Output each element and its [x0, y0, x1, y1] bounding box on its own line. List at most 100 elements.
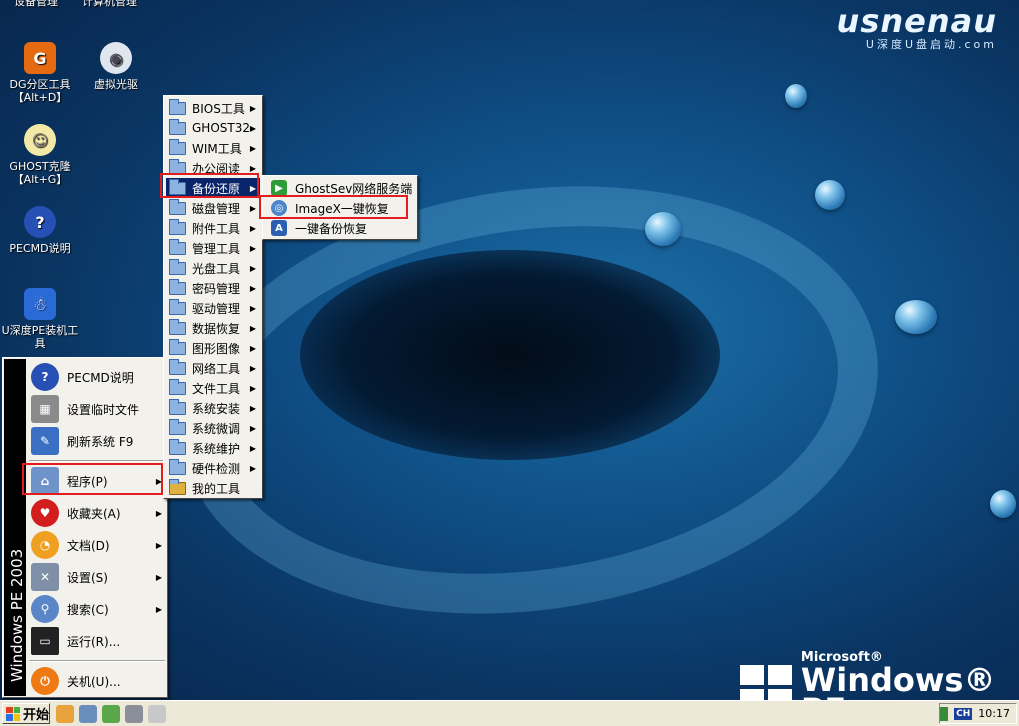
start-button[interactable]: 开始 — [2, 703, 50, 724]
highlight-box-backup-restore — [160, 173, 259, 198]
backup-item-label: 一键备份恢复 — [295, 221, 368, 236]
start-menu-separator — [29, 660, 165, 662]
desktop-icon-dg-partition[interactable]: G DG分区工具【Alt+D】 — [0, 42, 80, 104]
help-icon: ? — [24, 206, 56, 238]
start-item-label: 收藏夹(A) — [67, 506, 121, 521]
submenu-arrow-icon: ▶ — [249, 383, 256, 393]
programs-item[interactable]: GHOST32 ▶ — [166, 118, 260, 138]
programs-item[interactable]: 网络工具 ▶ — [166, 358, 260, 378]
start-item-shutdown[interactable]: ⏻ 关机(U)... — [27, 666, 167, 696]
programs-item-label: 图形图像 — [192, 341, 241, 356]
programs-item[interactable]: 光盘工具 ▶ — [166, 258, 260, 278]
programs-item-label: 网络工具 — [192, 361, 241, 376]
submenu-arrow-icon: ▶ — [155, 508, 162, 518]
heart-icon: ♥ — [31, 499, 59, 527]
start-menu: Windows PE 2003 ? PECMD说明 ▦ 设置临时文件 ✎ 刷新系… — [2, 357, 168, 698]
programs-item-label: 密码管理 — [192, 281, 241, 296]
partition-icon: G — [24, 42, 56, 74]
programs-item[interactable]: 附件工具 ▶ — [166, 218, 260, 238]
start-item-favorites[interactable]: ♥ 收藏夹(A) ▶ — [27, 498, 167, 528]
folder-icon — [169, 198, 186, 215]
programs-item[interactable]: 文件工具 ▶ — [166, 378, 260, 398]
folder-icon — [169, 258, 186, 275]
system-tray: CH 10:17 — [939, 703, 1017, 724]
quicklaunch-eraser-icon[interactable] — [148, 705, 166, 723]
programs-item[interactable]: 系统安装 ▶ — [166, 398, 260, 418]
submenu-arrow-icon: ▶ — [155, 540, 162, 550]
folder-icon — [169, 378, 186, 395]
submenu-arrow-icon: ▶ — [249, 163, 256, 173]
quicklaunch-image-icon[interactable] — [79, 705, 97, 723]
submenu-arrow-icon: ▶ — [155, 572, 162, 582]
desktop-icon-label: GHOST克隆【Alt+G】 — [9, 160, 71, 186]
water-drop — [645, 212, 681, 246]
programs-item[interactable]: 数据恢复 ▶ — [166, 318, 260, 338]
ghost-server-icon: ▶ — [271, 180, 287, 196]
backup-item-label: GhostSev网络服务端 — [295, 181, 413, 196]
folder-icon — [169, 418, 186, 435]
water-splash-core — [300, 250, 720, 460]
start-item-settings[interactable]: ✕ 设置(S) ▶ — [27, 562, 167, 592]
start-item-temp-files[interactable]: ▦ 设置临时文件 — [27, 394, 167, 424]
submenu-arrow-icon: ▶ — [249, 343, 256, 353]
chip-icon: ▦ — [31, 395, 59, 423]
desktop-icon-label-cut: 设备管理 — [14, 0, 58, 8]
start-item-search[interactable]: ⚲ 搜索(C) ▶ — [27, 594, 167, 624]
folder-icon — [169, 318, 186, 335]
programs-item-label: 系统微调 — [192, 421, 241, 436]
start-item-label: 运行(R)... — [67, 634, 121, 649]
submenu-arrow-icon: ▶ — [249, 363, 256, 373]
network-icon[interactable] — [940, 706, 949, 721]
start-item-pecmd[interactable]: ? PECMD说明 — [27, 362, 167, 392]
start-menu-separator — [29, 460, 165, 462]
quicklaunch-folder-icon[interactable] — [56, 705, 74, 723]
folder-icon — [169, 278, 186, 295]
programs-item[interactable]: 硬件检测 ▶ — [166, 458, 260, 478]
start-item-label: 设置(S) — [67, 570, 108, 585]
submenu-arrow-icon: ▶ — [249, 143, 256, 153]
search-icon: ⚲ — [31, 595, 59, 623]
programs-item[interactable]: 密码管理 ▶ — [166, 278, 260, 298]
backup-item-one-key[interactable]: A 一键备份恢复 — [265, 218, 415, 238]
backup-icon: A — [271, 220, 287, 236]
quicklaunch-paint-icon[interactable] — [102, 705, 120, 723]
submenu-arrow-icon: ▶ — [249, 323, 256, 333]
installer-icon: ☃ — [24, 288, 56, 320]
programs-item[interactable]: 驱动管理 ▶ — [166, 298, 260, 318]
folder-icon — [169, 338, 186, 355]
programs-item[interactable]: 我的工具 — [166, 478, 260, 498]
programs-item[interactable]: 管理工具 ▶ — [166, 238, 260, 258]
quicklaunch-printer-icon[interactable] — [125, 705, 143, 723]
run-icon: ▭ — [31, 627, 59, 655]
start-item-documents[interactable]: ◔ 文档(D) ▶ — [27, 530, 167, 560]
desktop-icon-virtual-drive[interactable]: ◉ 虚拟光驱 — [76, 42, 156, 91]
programs-item[interactable]: 系统微调 ▶ — [166, 418, 260, 438]
input-language-indicator[interactable]: CH — [954, 707, 973, 720]
folder-icon — [169, 138, 186, 155]
desktop-icon-label: 虚拟光驱 — [94, 78, 138, 91]
programs-item-label: 数据恢复 — [192, 321, 241, 336]
submenu-arrow-icon: ▶ — [249, 263, 256, 273]
programs-item-label: 我的工具 — [192, 481, 241, 496]
shutdown-icon: ⏻ — [31, 667, 59, 695]
desktop-icon-installer[interactable]: ☃ U深度PE装机工具 — [0, 288, 80, 350]
programs-item[interactable]: 磁盘管理 ▶ — [166, 198, 260, 218]
desktop-icon-pecmd[interactable]: ? PECMD说明 — [0, 206, 80, 255]
start-item-refresh[interactable]: ✎ 刷新系统 F9 — [27, 426, 167, 456]
start-item-label: 关机(U)... — [67, 674, 121, 689]
programs-item[interactable]: 系统维护 ▶ — [166, 438, 260, 458]
highlight-box-programs — [22, 463, 163, 495]
desktop-icon-ghost[interactable]: ☺ GHOST克隆【Alt+G】 — [0, 124, 80, 186]
start-item-label: PECMD说明 — [67, 370, 134, 385]
start-item-label: 文档(D) — [67, 538, 110, 553]
start-menu-banner-text: Windows PE 2003 — [8, 548, 26, 682]
ghost-icon: ☺ — [24, 124, 56, 156]
folder-icon — [169, 98, 186, 115]
start-item-run[interactable]: ▭ 运行(R)... — [27, 626, 167, 656]
programs-item[interactable]: 图形图像 ▶ — [166, 338, 260, 358]
programs-item[interactable]: WIM工具 ▶ — [166, 138, 260, 158]
submenu-arrow-icon: ▶ — [249, 223, 256, 233]
windows-logo-icon — [6, 706, 20, 721]
programs-item[interactable]: BIOS工具 ▶ — [166, 98, 260, 118]
submenu-arrow-icon: ▶ — [155, 604, 162, 614]
